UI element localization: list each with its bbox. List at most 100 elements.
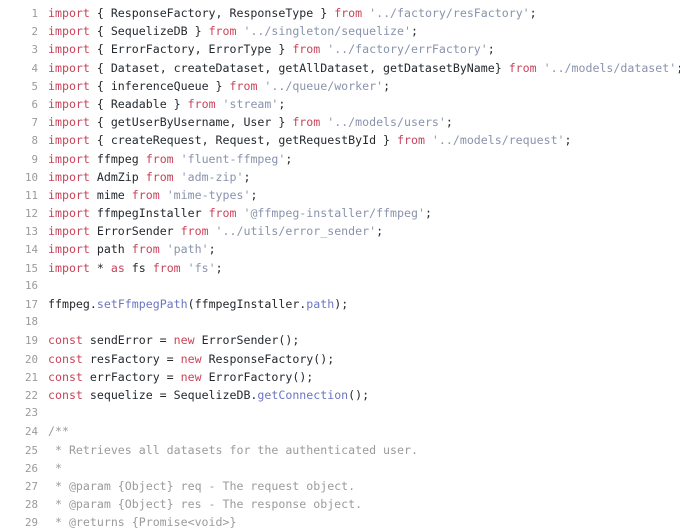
code-line[interactable]: 18	[0, 313, 680, 331]
token-method: setFfmpegPath	[96, 297, 188, 311]
code-line[interactable]: 8 import { createRequest, Request, getReq…	[0, 131, 680, 149]
token-keyword: from	[208, 24, 237, 39]
token-keyword: from	[334, 6, 363, 20]
token-plain: ;	[487, 42, 495, 57]
code-line[interactable]: 4 import { Dataset, createDataset, getAll…	[0, 59, 680, 77]
token-plain: (ffmpegInstaller.	[187, 297, 307, 311]
token-string: 'mime-types'	[166, 187, 251, 202]
token-plain: ;	[208, 242, 216, 257]
token-keyword: new	[180, 351, 202, 366]
code-line[interactable]: 2 import { SequelizeDB } from '../singlet…	[0, 22, 680, 40]
code-line[interactable]: 10 import AdmZip from 'adm-zip';	[0, 168, 680, 186]
line-content: import path from 'path';	[38, 240, 216, 258]
token-keyword: import	[48, 169, 90, 184]
token-keyword: from	[229, 78, 258, 93]
code-line[interactable]: 9 import ffmpeg from 'fluent-ffmpeg';	[0, 150, 680, 168]
code-line[interactable]: 15 import * as fs from 'fs';	[0, 259, 680, 277]
code-line[interactable]: 14 import path from 'path';	[0, 240, 680, 258]
token-plain: ffmpeg	[89, 151, 146, 166]
line-number: 11	[24, 188, 38, 202]
token-plain: ;	[215, 260, 223, 275]
code-line[interactable]: 19 const sendError = new ErrorSender();	[0, 331, 680, 349]
line-number: 7	[31, 116, 38, 130]
line-content: /**	[38, 422, 69, 440]
line-number: 13	[24, 225, 38, 239]
line-number: 3	[31, 43, 38, 57]
code-line[interactable]: 22 const sequelize = SequelizeDB.getConne…	[0, 386, 680, 404]
token-plain: ErrorSender();	[194, 333, 300, 348]
line-content: import { getUserByUsername, User } from …	[38, 113, 453, 131]
token-plain: { SequelizeDB }	[89, 24, 209, 39]
code-line[interactable]: 13 import ErrorSender from '../utils/erro…	[0, 222, 680, 240]
token-comment: *	[48, 460, 62, 475]
line-number: 9	[31, 152, 38, 166]
code-line[interactable]: 1 import { ResponseFactory, ResponseType …	[0, 4, 680, 22]
token-plain: ;	[411, 24, 418, 39]
code-line[interactable]: 12 import ffmpegInstaller from '@ffmpeg-i…	[0, 204, 680, 222]
line-number: 18	[24, 315, 38, 329]
code-line[interactable]: 17 ffmpeg.setFfmpegPath(ffmpegInstaller.p…	[0, 295, 680, 313]
token-plain: { inferenceQueue }	[89, 78, 230, 93]
line-content: import { createRequest, Request, getRequ…	[38, 131, 572, 149]
token-keyword: import	[48, 115, 90, 130]
code-line[interactable]: 3 import { ErrorFactory, ErrorType } from…	[0, 40, 680, 58]
line-number: 6	[31, 97, 38, 111]
token-keyword: from	[397, 133, 425, 148]
code-line[interactable]: 24 /**	[0, 422, 680, 440]
line-number: 14	[24, 243, 38, 257]
token-keyword: from	[145, 169, 174, 184]
token-plain: sequelize = SequelizeDB.	[82, 387, 258, 402]
code-line[interactable]: 7 import { getUserByUsername, User } from…	[0, 113, 680, 131]
code-listing[interactable]: 1 import { ResponseFactory, ResponseType …	[0, 0, 680, 529]
line-number: 21	[24, 370, 38, 384]
token-string: '../models/request'	[431, 133, 565, 148]
token-method: path	[306, 297, 335, 311]
token-plain: { ResponseFactory, ResponseType }	[89, 6, 335, 20]
line-number: 17	[24, 298, 38, 311]
token-keyword: import	[48, 96, 90, 111]
code-line[interactable]: 16	[0, 277, 680, 295]
token-plain: ErrorFactory();	[201, 369, 314, 384]
code-line[interactable]: 29 * @returns {Promise<void>}	[0, 513, 680, 531]
token-plain: sendError =	[82, 333, 174, 348]
token-string: 'fs'	[187, 260, 216, 275]
line-number: 26	[24, 461, 38, 475]
token-string: 'adm-zip'	[180, 169, 244, 184]
line-content: const resFactory = new ResponseFactory()…	[38, 350, 334, 368]
token-plain: { ErrorFactory, ErrorType }	[89, 42, 293, 57]
line-number: 27	[24, 479, 38, 493]
token-plain: { Dataset, createDataset, getAllDataset,…	[89, 60, 509, 75]
code-line[interactable]: 23	[0, 404, 680, 422]
code-line[interactable]: 11 import mime from 'mime-types';	[0, 186, 680, 204]
line-number: 29	[24, 516, 38, 530]
code-line[interactable]: 25 * Retrieves all datasets for the auth…	[0, 441, 680, 459]
token-string: '../factory/resFactory'	[369, 6, 530, 20]
line-content: import { SequelizeDB } from '../singleto…	[38, 22, 418, 40]
token-keyword: from	[131, 242, 160, 257]
line-content: import { ErrorFactory, ErrorType } from …	[38, 40, 495, 58]
line-content: ffmpeg.setFfmpegPath(ffmpegInstaller.pat…	[38, 295, 348, 313]
line-content: import { Readable } from 'stream';	[38, 95, 285, 113]
code-line[interactable]: 5 import { inferenceQueue } from '../queu…	[0, 77, 680, 95]
token-plain: ;	[676, 61, 680, 75]
code-line[interactable]: 26 *	[0, 459, 680, 477]
code-line[interactable]: 20 const resFactory = new ResponseFactory…	[0, 350, 680, 368]
token-comment: * @param {Object} req - The request obje…	[48, 478, 356, 493]
line-content: import * as fs from 'fs';	[38, 259, 223, 277]
token-plain: ;	[424, 206, 432, 221]
code-line[interactable]: 27 * @param {Object} req - The request o…	[0, 477, 680, 495]
code-line[interactable]: 6 import { Readable } from 'stream';	[0, 95, 680, 113]
token-keyword: import	[48, 242, 90, 257]
token-plain: );	[334, 297, 349, 311]
token-keyword: from	[152, 260, 181, 275]
token-plain: ;	[445, 115, 453, 130]
code-line[interactable]: 28 * @param {Object} res - The response …	[0, 495, 680, 513]
code-line[interactable]: 21 const errFactory = new ErrorFactory();	[0, 368, 680, 386]
token-keyword: import	[48, 78, 90, 93]
token-string: '../models/dataset'	[543, 60, 677, 75]
line-content: import ffmpegInstaller from '@ffmpeg-ins…	[38, 204, 432, 222]
